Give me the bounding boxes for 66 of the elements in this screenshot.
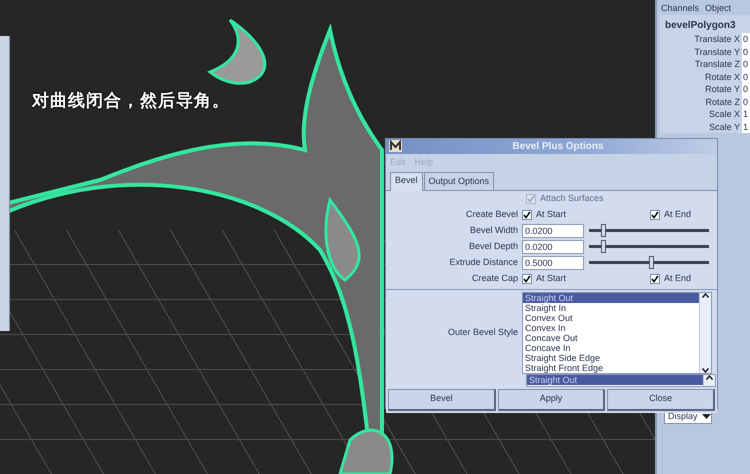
- surface-piece-drawing: [208, 18, 266, 85]
- dropdown-arrow-icon: [702, 414, 711, 420]
- scrollbar[interactable]: [703, 374, 715, 386]
- tab[interactable]: Output Options: [424, 172, 494, 190]
- attribute-label: Scale X: [708, 108, 740, 120]
- field-label: Bevel Width: [468, 224, 519, 237]
- list-item[interactable]: Straight Out: [527, 374, 703, 384]
- attribute-label: Translate Y: [694, 46, 740, 58]
- attribute-label: Rotate X: [704, 70, 740, 83]
- list-item[interactable]: Convex In: [523, 322, 699, 332]
- checkbox[interactable]: [522, 274, 532, 284]
- app-logo-icon: [389, 140, 402, 152]
- slider-thumb[interactable]: [600, 224, 606, 237]
- attribute-label: Rotate Y: [705, 83, 740, 96]
- scroll-up-icon[interactable]: [702, 292, 709, 298]
- slider-thumb[interactable]: [648, 256, 654, 269]
- list-item[interactable]: Concave Out: [523, 332, 699, 342]
- checkbox-label: At Start: [536, 208, 566, 221]
- checkbox[interactable]: [650, 274, 660, 284]
- attribute-value-field[interactable]: 1: [742, 108, 750, 120]
- list-item[interactable]: Straight Side Edge: [523, 352, 699, 362]
- attribute-value-field[interactable]: 0: [742, 58, 750, 70]
- slider-thumb[interactable]: [600, 240, 606, 253]
- listbox[interactable]: Straight Out: [526, 374, 716, 386]
- number-field[interactable]: 0.0200: [522, 224, 584, 238]
- dialog-button[interactable]: Bevel: [388, 388, 496, 410]
- attribute-value-field[interactable]: 0: [742, 83, 750, 96]
- checkbox-label: At End: [664, 272, 692, 285]
- field-label: Outer Bevel Style: [446, 326, 519, 339]
- attribute-value-field[interactable]: 1: [742, 120, 750, 133]
- menu-item[interactable]: Object: [705, 2, 732, 12]
- caption-text: 对曲线闭合，然后导角。: [32, 90, 230, 112]
- checkbox-label: At End: [664, 208, 692, 221]
- attribute-value-field[interactable]: 0: [742, 70, 750, 83]
- scroll-down-icon[interactable]: [702, 368, 709, 372]
- checkbox[interactable]: [650, 210, 660, 220]
- number-field[interactable]: 0.0200: [522, 240, 584, 254]
- field-label: Bevel Depth: [468, 240, 519, 253]
- attribute-label: Scale Y: [709, 120, 740, 133]
- dialog-button[interactable]: Close: [607, 388, 716, 410]
- attribute-value-field[interactable]: 0: [742, 96, 750, 108]
- attribute-value-field[interactable]: 0: [742, 33, 750, 46]
- attribute-label: Rotate Z: [705, 96, 740, 108]
- attribute-value-field[interactable]: 0: [742, 46, 750, 58]
- field-label: Create Bevel: [464, 208, 519, 221]
- checkbox-label: At Start: [536, 272, 566, 285]
- tab[interactable]: Bevel: [390, 172, 423, 190]
- list-item[interactable]: Concave In: [523, 342, 699, 352]
- listbox[interactable]: Straight Out Straight In Convex Out Convex In Concave Out Concave In Straight Side Edge Straight Front Edge: [522, 292, 712, 374]
- attribute-label: Translate Z: [694, 58, 740, 70]
- scroll-up-icon[interactable]: [706, 374, 713, 380]
- dialog-button[interactable]: Apply: [498, 388, 606, 410]
- field-label: Create Cap: [470, 272, 519, 285]
- attribute-label: Translate X: [694, 33, 740, 46]
- list-item[interactable]: Straight In: [523, 302, 699, 312]
- scrollbar[interactable]: [699, 292, 711, 372]
- node-name: bevelPolygon3: [664, 19, 737, 33]
- list-item[interactable]: Straight Out: [523, 292, 699, 302]
- menu-item[interactable]: Channels: [661, 2, 700, 12]
- checkbox-label: Attach Surfaces: [540, 192, 604, 205]
- number-field[interactable]: 0.5000: [522, 256, 584, 270]
- list-item[interactable]: Straight Front Edge: [523, 362, 699, 372]
- window-title: Bevel Plus Options: [511, 140, 605, 154]
- field-label: Extrude Distance: [448, 256, 519, 269]
- list-item[interactable]: Convex Out: [523, 312, 699, 322]
- checkbox[interactable]: [522, 210, 532, 220]
